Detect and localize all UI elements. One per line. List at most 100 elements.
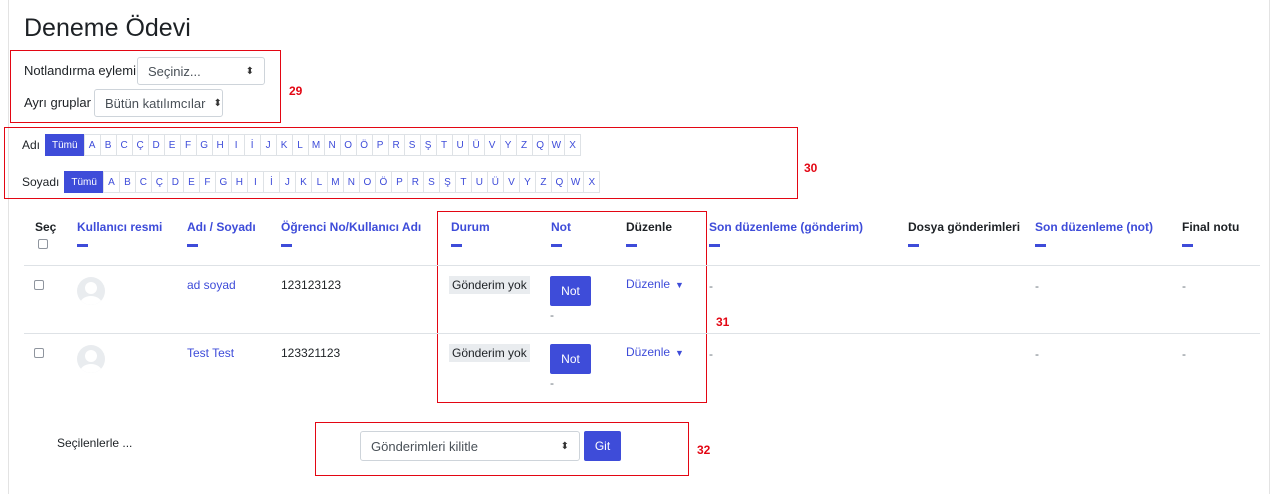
firstname-initial-letter[interactable]: F (179, 134, 197, 156)
dropdown-caret-icon: ▼ (675, 280, 684, 290)
lastname-initial-letter[interactable]: U (470, 171, 488, 193)
firstname-initial-letter[interactable]: I (227, 134, 245, 156)
grade-button[interactable]: Not (550, 276, 591, 306)
groups-select[interactable]: Bütün katılımcılar ⬍ (94, 89, 223, 117)
firstname-initial-letter[interactable]: Ö (355, 134, 373, 156)
firstname-initial-letter[interactable]: Z (515, 134, 533, 156)
lastname-initial-letter[interactable]: Ö (374, 171, 392, 193)
lastname-initial-letter[interactable]: G (214, 171, 232, 193)
lastname-initial-letter[interactable]: V (502, 171, 520, 193)
sort-dash-icon (551, 244, 562, 247)
firstname-initial-letter[interactable]: P (371, 134, 389, 156)
sort-dash-icon (281, 244, 292, 247)
firstname-initial-letter[interactable]: T (435, 134, 453, 156)
firstname-initial-letter[interactable]: N (323, 134, 341, 156)
lastname-initial-letter[interactable]: Ç (150, 171, 168, 193)
grade-button[interactable]: Not (550, 344, 591, 374)
firstname-initial-letter[interactable]: M (307, 134, 325, 156)
firstname-initial-letter[interactable]: Y (499, 134, 517, 156)
firstname-initial-letter[interactable]: R (387, 134, 405, 156)
lastname-initial-letter[interactable]: S (422, 171, 440, 193)
lastname-initial-letter[interactable]: Ş (438, 171, 456, 193)
grading-action-select[interactable]: Seçiniz... ⬍ (137, 57, 265, 85)
edit-dropdown[interactable]: Düzenle ▼ (626, 345, 684, 359)
lastname-initial-letter[interactable]: T (454, 171, 472, 193)
lastname-initial-letter[interactable]: C (134, 171, 152, 193)
col-header-grade[interactable]: Not (551, 220, 571, 234)
lastname-initial-letter[interactable]: X (583, 171, 601, 193)
firstname-initial-letter[interactable]: L (291, 134, 309, 156)
row-checkbox[interactable] (34, 280, 44, 290)
firstname-initial-letter[interactable]: Ş (419, 134, 437, 156)
firstname-initial-letter[interactable]: S (403, 134, 421, 156)
edit-dropdown[interactable]: Düzenle ▼ (626, 277, 684, 291)
user-name-link[interactable]: ad soyad (187, 278, 236, 292)
user-idnumber: 123321123 (281, 346, 341, 360)
row-checkbox[interactable] (34, 348, 44, 358)
col-header-status[interactable]: Durum (451, 220, 490, 234)
lastname-initial-letter[interactable]: W (566, 171, 585, 193)
lastname-initial-all[interactable]: Tümü (64, 171, 104, 193)
firstname-initial-letter[interactable]: U (451, 134, 469, 156)
lastname-initial-letter[interactable]: I (246, 171, 264, 193)
grade-value: - (550, 376, 554, 390)
firstname-initial-letter[interactable]: Ç (131, 134, 149, 156)
firstname-initial-letter[interactable]: Ü (467, 134, 485, 156)
lastname-initial-letter[interactable]: Ü (486, 171, 504, 193)
sort-dash-icon (709, 244, 720, 247)
firstname-initial-letter[interactable]: K (275, 134, 293, 156)
col-header-last-modified-submission[interactable]: Son düzenleme (gönderim) (709, 220, 863, 234)
firstname-initial-letter[interactable]: İ (243, 134, 261, 156)
lastname-initial-letter[interactable]: A (102, 171, 120, 193)
lastname-initial-letter[interactable]: N (342, 171, 360, 193)
lastname-initial-letter[interactable]: Z (534, 171, 552, 193)
lastname-initial-letter[interactable]: P (390, 171, 408, 193)
lastname-initial-letter[interactable]: Y (518, 171, 536, 193)
sort-dash-icon (626, 244, 637, 247)
col-header-picture[interactable]: Kullanıcı resmi (77, 220, 162, 234)
go-button[interactable]: Git (584, 431, 621, 461)
lastname-initial-letter[interactable]: J (278, 171, 296, 193)
col-header-last-modified-grade[interactable]: Son düzenleme (not) (1035, 220, 1153, 234)
select-arrows-icon: ⬍ (213, 97, 222, 109)
lastname-initial-letter[interactable]: F (198, 171, 216, 193)
firstname-initial-all[interactable]: Tümü (45, 134, 85, 156)
firstname-initial-letter[interactable]: A (83, 134, 101, 156)
lastname-initial-letter[interactable]: R (406, 171, 424, 193)
sort-dash-icon (77, 244, 88, 247)
firstname-initial-letter[interactable]: V (483, 134, 501, 156)
lastname-initial-letter[interactable]: İ (262, 171, 280, 193)
firstname-initial-letter[interactable]: G (195, 134, 213, 156)
firstname-initials-label: Adı (22, 138, 41, 152)
bulk-action-select[interactable]: Gönderimleri kilitle ⬍ (360, 431, 580, 461)
firstname-initial-letter[interactable]: D (147, 134, 165, 156)
lastname-initial-letter[interactable]: D (166, 171, 184, 193)
final-grade: - (1182, 347, 1186, 361)
firstname-initial-letter[interactable]: C (115, 134, 133, 156)
firstname-initial-letter[interactable]: O (339, 134, 357, 156)
user-avatar-icon[interactable] (77, 277, 105, 305)
lastname-initial-letter[interactable]: O (358, 171, 376, 193)
lastname-initial-letter[interactable]: K (294, 171, 312, 193)
firstname-initial-letter[interactable]: W (547, 134, 566, 156)
firstname-initial-letter[interactable]: E (163, 134, 181, 156)
firstname-initial-letter[interactable]: Q (531, 134, 549, 156)
lastname-initial-letter[interactable]: L (310, 171, 328, 193)
user-avatar-icon[interactable] (77, 345, 105, 373)
final-grade: - (1182, 279, 1186, 293)
col-header-name[interactable]: Adı / Soyadı (187, 220, 256, 234)
lastname-initial-letter[interactable]: B (118, 171, 136, 193)
user-name-link[interactable]: Test Test (187, 346, 234, 360)
firstname-initial-letter[interactable]: H (211, 134, 229, 156)
col-header-edit: Düzenle (626, 220, 673, 234)
select-all-checkbox[interactable] (38, 239, 48, 249)
lastname-initial-letter[interactable]: M (326, 171, 344, 193)
last-modified-grade: - (1035, 279, 1039, 293)
col-header-idnumber[interactable]: Öğrenci No/Kullanıcı Adı (281, 220, 421, 234)
lastname-initial-letter[interactable]: E (182, 171, 200, 193)
firstname-initial-letter[interactable]: J (259, 134, 277, 156)
firstname-initial-letter[interactable]: X (564, 134, 582, 156)
lastname-initial-letter[interactable]: Q (550, 171, 568, 193)
firstname-initial-letter[interactable]: B (99, 134, 117, 156)
lastname-initial-letter[interactable]: H (230, 171, 248, 193)
